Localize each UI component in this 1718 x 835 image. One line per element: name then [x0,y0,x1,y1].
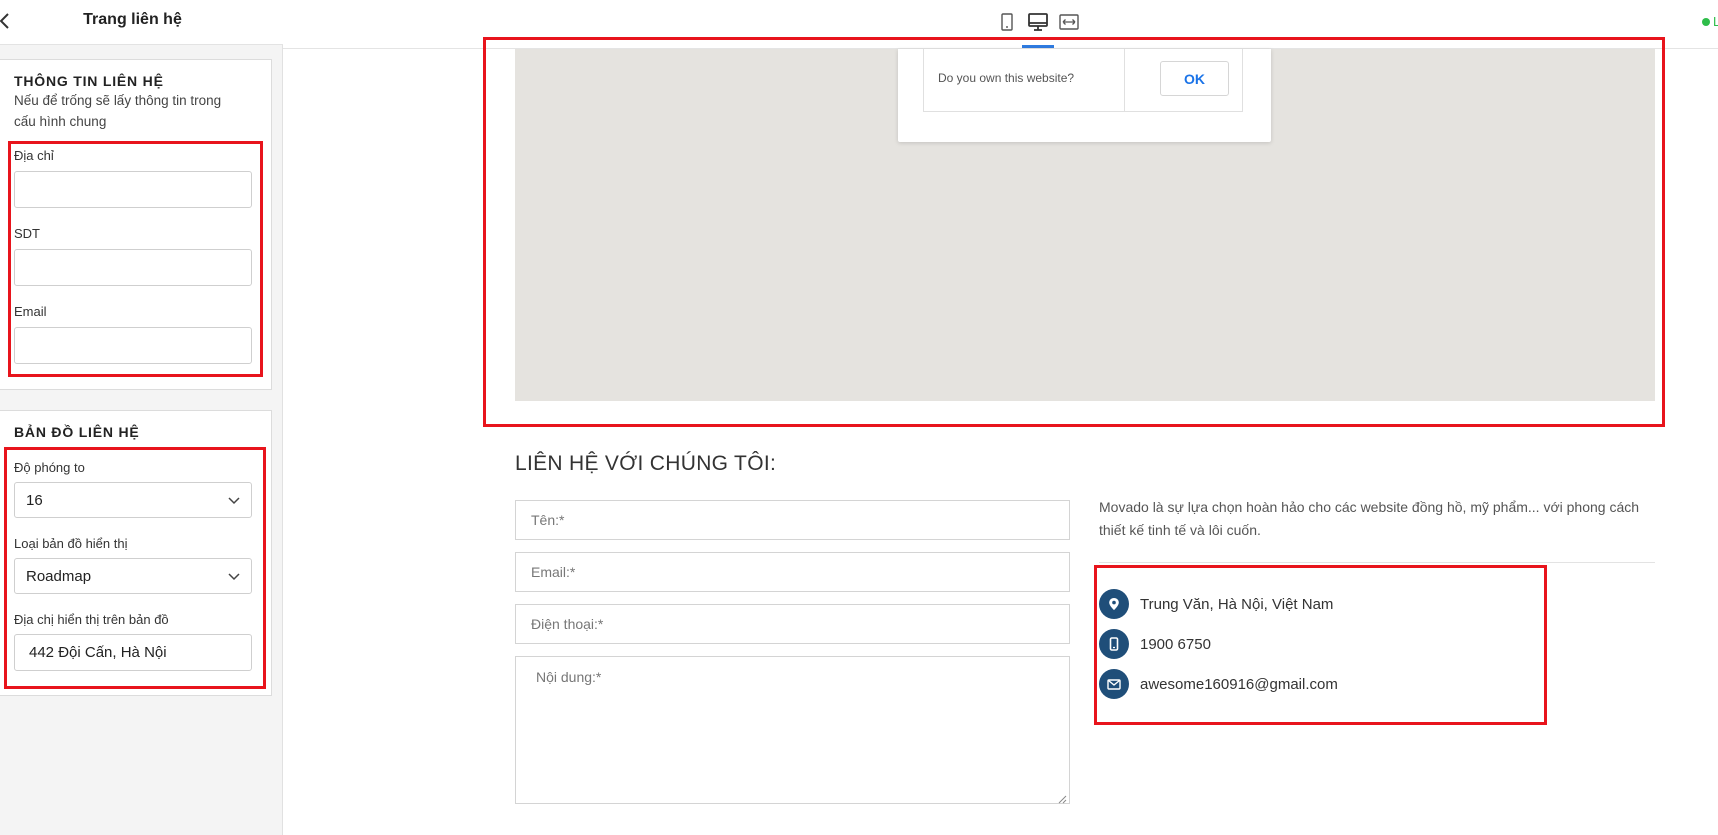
mobile-icon[interactable] [996,12,1018,32]
email-input[interactable]: Email:* [515,552,1070,592]
name-input[interactable]: Tên:* [515,500,1070,540]
contact-heading: LIÊN HỆ VỚI CHÚNG TÔI: [515,452,777,475]
contact-phone-row: 1900 6750 [1099,629,1211,659]
phone-input[interactable]: Điện thoại:* [515,604,1070,644]
fullwidth-icon[interactable] [1058,12,1080,32]
contact-info-panel: THÔNG TIN LIÊN HỆ Nếu để trống sẽ lấy th… [0,59,272,390]
active-device-indicator [1022,45,1054,48]
contact-address-row: Trung Văn, Hà Nội, Việt Nam [1099,589,1333,619]
map-pin-icon [1099,589,1129,619]
resize-handle-icon[interactable] [1057,791,1067,804]
map-dialog-divider [1124,49,1125,112]
email-field[interactable] [14,327,252,364]
zoom-label: Độ phóng to [14,460,85,475]
sidebar-title: Trang liên hệ [83,11,182,28]
phone-field[interactable] [14,249,252,286]
sidebar-header: Trang liên hệ [0,0,283,45]
contact-phone: 1900 6750 [1140,635,1211,653]
map-settings-panel: BẢN ĐỒ LIÊN HỆ Độ phóng to 16 Loại bản đ… [0,410,272,696]
address-label: Địa chỉ [14,148,54,163]
map-dialog-body: Do you own this website? OK [923,49,1243,112]
email-label: Email [14,304,47,319]
contact-address: Trung Văn, Hà Nội, Việt Nam [1140,595,1334,613]
contact-email: awesome160916@gmail.com [1140,675,1338,693]
desktop-icon[interactable] [1027,12,1049,32]
address-field[interactable] [14,171,252,208]
contact-email-row: awesome160916@gmail.com [1099,669,1338,699]
divider [1099,562,1655,563]
settings-sidebar: Trang liên hệ THÔNG TIN LIÊN HỆ Nếu để t… [0,0,283,835]
chevron-down-icon [228,568,240,585]
chevron-down-icon [228,492,240,509]
map-dialog-question: Do you own this website? [938,71,1075,85]
zoom-select-value: 16 [26,491,43,509]
status-dot-icon [1702,18,1710,26]
message-placeholder: Nội dung:* [536,669,602,685]
message-textarea[interactable]: Nội dung:* [515,656,1070,804]
map-type-select-value: Roadmap [26,567,92,585]
contact-info-note: Nếu để trống sẽ lấy thông tin trong cấu … [14,93,222,129]
map-address-field[interactable]: 442 Đội Cấn, Hà Nội [14,634,252,671]
map-settings-title: BẢN ĐỒ LIÊN HỆ [14,424,140,440]
zoom-select[interactable]: 16 [14,482,252,518]
phone-label: SDT [14,226,40,241]
contact-info-title: THÔNG TIN LIÊN HỆ [14,73,164,89]
map-dialog-ok-button[interactable]: OK [1160,61,1229,96]
phone-icon [1099,629,1129,659]
map-type-select[interactable]: Roadmap [14,558,252,594]
status-text: L [1713,14,1718,29]
map-address-label: Địa chị hiển thị trên bản đồ [14,612,169,627]
envelope-icon [1099,669,1129,699]
map-ownership-dialog: Do you own this website? OK [898,49,1271,142]
map-type-label: Loại bản đồ hiển thị [14,536,128,551]
store-description: Movado là sự lựa chọn hoàn hảo cho các w… [1099,499,1640,538]
